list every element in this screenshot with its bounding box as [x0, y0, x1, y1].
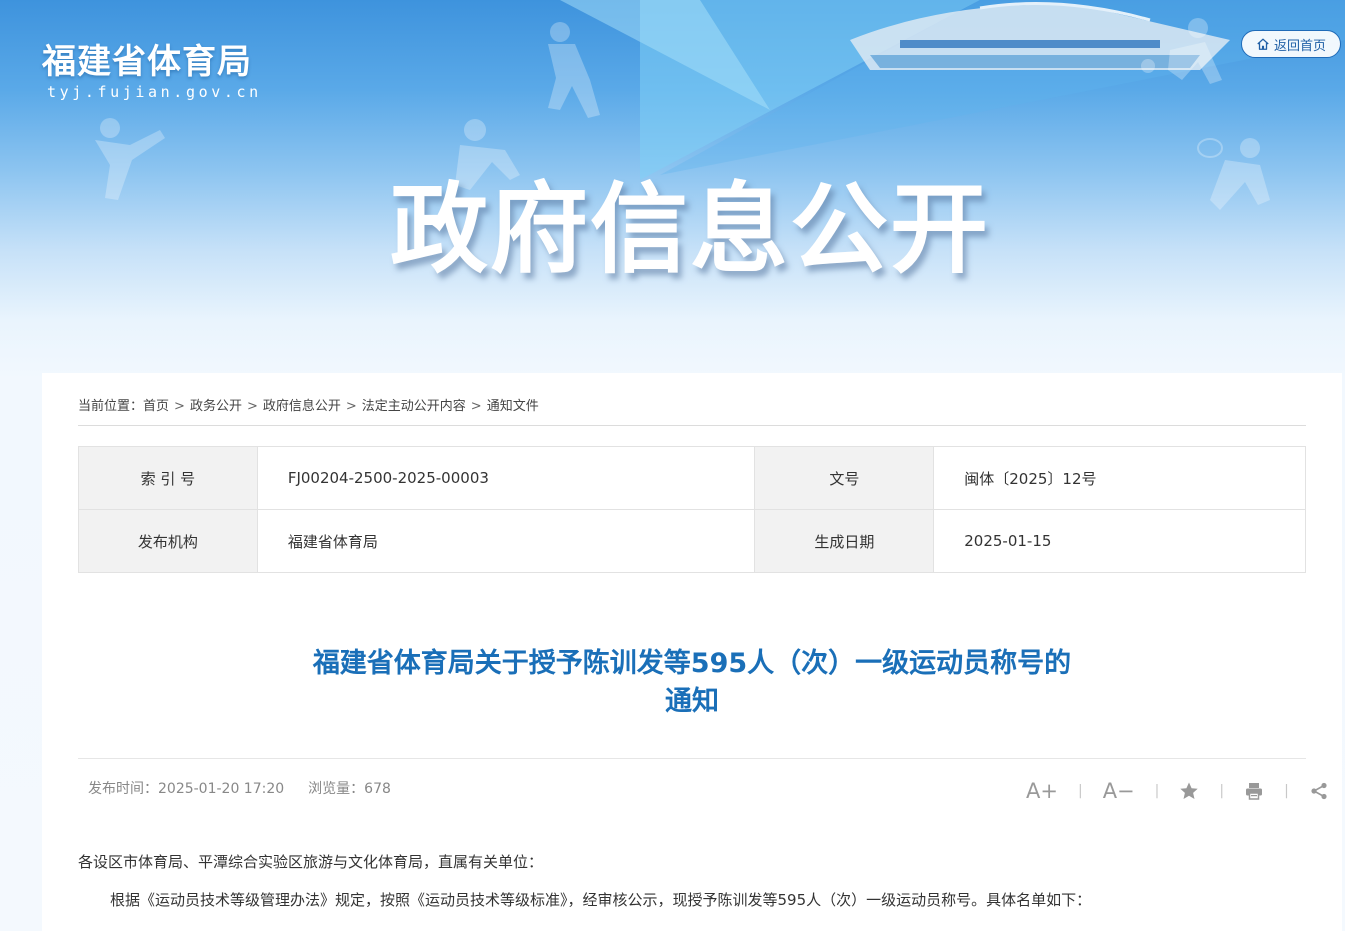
breadcrumb: 当前位置：首页 > 政务公开 > 政府信息公开 > 法定主动公开内容 > 通知文件 [78, 395, 539, 414]
breadcrumb-prefix: 当前位置： [78, 399, 144, 414]
meta-row: 发布机构 福建省体育局 生成日期 2025-01-15 [78, 509, 1306, 573]
article-title: 福建省体育局关于授予陈训发等595人（次）一级运动员称号的 通知 [78, 645, 1306, 721]
title-divider [78, 758, 1306, 759]
breadcrumb-separator: > [174, 399, 185, 414]
breadcrumb-item-gov-affairs[interactable]: 政务公开 [190, 399, 242, 414]
index-number-value: FJ00204-2500-2025-00003 [256, 446, 756, 510]
print-button[interactable] [1244, 776, 1264, 806]
views-label: 浏览量： [308, 781, 365, 797]
publish-time-label: 发布时间： [88, 781, 158, 797]
tool-separator: | [1219, 783, 1225, 799]
tool-separator: | [1154, 783, 1160, 799]
publisher-label: 发布机构 [78, 509, 258, 573]
document-number-value: 闽体〔2025〕12号 [933, 446, 1306, 510]
meta-row: 索 引 号 FJ00204-2500-2025-00003 文号 闽体〔2025… [78, 446, 1306, 510]
article-toolbar: A+ | A− | | | [1026, 776, 1329, 806]
breadcrumb-divider [78, 425, 1306, 426]
publish-info: 发布时间：2025-01-20 17:20 浏览量：678 [88, 778, 391, 798]
article-title-line-1: 福建省体育局关于授予陈训发等595人（次）一级运动员称号的 [312, 648, 1072, 679]
site-domain: tyj.fujian.gov.cn [47, 83, 262, 101]
star-icon [1180, 782, 1199, 799]
index-number-label: 索 引 号 [78, 446, 258, 510]
share-icon [1311, 782, 1327, 800]
share-button[interactable] [1309, 776, 1329, 806]
hero-title: 政府信息公开 [390, 173, 991, 287]
site-name[interactable]: 福建省体育局 [42, 34, 252, 83]
print-icon [1246, 783, 1263, 800]
tool-separator: | [1077, 783, 1083, 799]
views-count: 678 [364, 781, 391, 797]
breadcrumb-separator: > [246, 399, 258, 414]
document-number-label: 文号 [754, 446, 935, 510]
font-decrease-button[interactable]: A− [1103, 776, 1135, 806]
font-increase-button[interactable]: A+ [1026, 776, 1058, 806]
breadcrumb-separator: > [470, 399, 482, 414]
created-date-value: 2025-01-15 [933, 509, 1306, 573]
publisher-value: 福建省体育局 [256, 509, 756, 573]
document-meta-table: 索 引 号 FJ00204-2500-2025-00003 文号 闽体〔2025… [78, 446, 1306, 573]
publish-time: 2025-01-20 17:20 [158, 781, 285, 797]
article-title-line-2: 通知 [665, 686, 719, 717]
article-paragraph: 各设区市体育局、平潭综合实验区旅游与文化体育局，直属有关单位： [78, 853, 544, 871]
tool-separator: | [1284, 783, 1289, 799]
favorite-button[interactable] [1179, 776, 1199, 806]
back-home-button[interactable]: 返回首页 [1241, 30, 1341, 58]
home-icon [1257, 38, 1269, 50]
created-date-label: 生成日期 [754, 509, 935, 573]
breadcrumb-separator: > [345, 399, 357, 414]
article-paragraph: 根据《运动员技术等级管理办法》规定，按照《运动员技术等级标准》，经审核公示，现授… [110, 891, 1092, 909]
breadcrumb-item-gov-info[interactable]: 政府信息公开 [263, 399, 341, 414]
back-home-label: 返回首页 [1273, 38, 1326, 54]
breadcrumb-item-notices[interactable]: 通知文件 [487, 399, 539, 414]
breadcrumb-item-home[interactable]: 首页 [143, 399, 169, 414]
content-panel: 当前位置：首页 > 政务公开 > 政府信息公开 > 法定主动公开内容 > 通知文件 索 引 号 … [42, 373, 1342, 931]
breadcrumb-item-statutory[interactable]: 法定主动公开内容 [362, 399, 466, 414]
